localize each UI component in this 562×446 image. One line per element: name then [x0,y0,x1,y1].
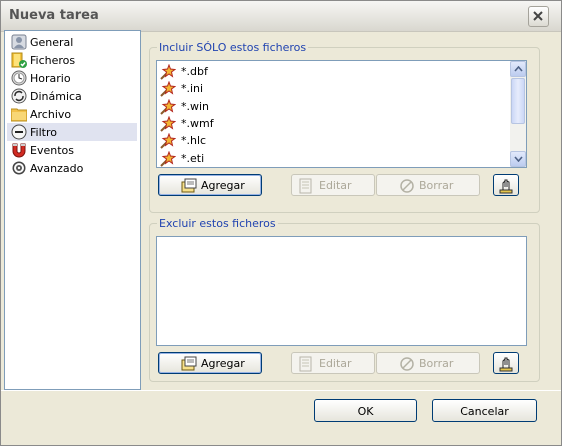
exclude-group-title: Excluir estos ficheros [157,217,278,230]
filter-minus-icon [11,124,27,140]
cancel-button[interactable]: Cancelar [432,399,537,422]
file-pattern: *.eti [181,151,205,165]
list-item[interactable]: *.hlc [160,132,500,150]
exclude-add-button[interactable]: Agregar [158,352,262,374]
file-pattern: *.dbf [181,65,208,78]
list-item[interactable]: *.ini [160,80,500,98]
chevron-down-icon [514,156,523,162]
close-button[interactable] [528,6,549,27]
sidebar-item-dinamica[interactable]: Dinámica [7,87,137,105]
user-icon [11,34,27,50]
include-list-scrollbar[interactable] [510,61,526,167]
main-panel: Incluir SÓLO estos ficheros *.dbf *.ini *.… [141,31,553,389]
sidebar-item-archivo[interactable]: Archivo [7,105,137,123]
scroll-down-button[interactable] [510,151,526,167]
sidebar-item-label: Avanzado [30,162,84,175]
include-files-list[interactable]: *.dbf *.ini *.win *.wmf *.hlc *.eti [156,60,527,168]
sidebar-item-label: Eventos [30,144,74,157]
ok-button[interactable]: OK [314,399,417,422]
sidebar-item-general[interactable]: General [7,33,137,51]
exclude-edit-button[interactable]: Editar [291,352,375,374]
include-add-button[interactable]: Agregar [158,174,262,196]
include-edit-button[interactable]: Editar [291,174,375,196]
sidebar-item-avanzado[interactable]: Avanzado [7,159,137,177]
file-pattern: *.hlc [181,134,207,148]
scroll-up-button[interactable] [510,61,526,77]
refresh-icon [11,88,27,104]
sidebar-item-label: Dinámica [30,90,82,103]
title-bar[interactable]: Nueva tarea [1,1,561,32]
sidebar-item-label: Horario [30,72,71,85]
sidebar-nav: General Ficheros Horario Dinámica Archiv… [4,30,141,390]
edit-icon [299,356,312,372]
exclude-add-label: Agregar [201,357,245,370]
footer-divider [1,390,561,391]
exclude-edit-label: Editar [319,357,352,370]
delete-icon [400,179,414,193]
scroll-thumb[interactable] [511,78,525,124]
sidebar-item-label: General [30,36,74,49]
sidebar-item-label: Ficheros [30,54,76,67]
file-pattern: *.ini [181,82,204,96]
sidebar-item-label: Filtro [30,126,57,139]
file-mask-icon [160,64,176,80]
include-delete-button[interactable]: Borrar [376,174,480,196]
delete-icon [400,357,414,371]
archive-folder-icon [11,108,27,122]
exclude-files-list[interactable] [156,236,527,346]
sidebar-item-horario[interactable]: Horario [7,69,137,87]
sidebar-item-filtro[interactable]: Filtro [7,123,137,141]
include-group-title: Incluir SÓLO estos ficheros [157,41,309,54]
include-select-button[interactable] [493,174,519,196]
window-title: Nueva tarea [9,8,99,23]
exclude-delete-button[interactable]: Borrar [376,352,480,374]
include-files-group: Incluir SÓLO estos ficheros *.dbf *.ini *.… [149,41,540,213]
include-edit-label: Editar [319,179,352,192]
file-mask-icon [160,98,176,115]
sidebar-item-ficheros[interactable]: Ficheros [7,51,137,69]
file-pattern: *.wmf [181,116,214,130]
include-delete-label: Borrar [419,179,454,192]
sidebar-item-eventos[interactable]: Eventos [7,141,137,159]
exclude-delete-label: Borrar [419,357,454,370]
hand-pointer-icon [499,179,513,194]
include-add-label: Agregar [201,179,245,192]
add-file-icon [181,356,197,371]
chevron-up-icon [514,66,523,72]
exclude-select-button[interactable] [493,352,519,374]
list-item[interactable]: *.eti [160,150,500,168]
magnet-icon [12,143,26,158]
file-mask-icon [160,133,176,149]
sidebar-item-label: Archivo [30,108,72,121]
edit-icon [299,178,312,194]
ok-label: OK [357,405,374,418]
list-item[interactable]: *.wmf [160,115,500,133]
clock-icon [11,70,27,86]
list-item[interactable]: *.dbf [160,63,500,81]
folder-check-icon [11,52,27,68]
file-mask-icon [160,115,176,132]
cancel-label: Cancelar [460,405,509,418]
dialog-window: Nueva tarea General Ficheros Horario Din… [0,0,562,446]
file-mask-icon [160,81,176,98]
hand-pointer-icon [499,357,513,372]
gear-icon [12,161,26,175]
list-item[interactable]: *.win [160,98,500,116]
exclude-files-group: Excluir estos ficheros Agregar Editar Bo… [149,217,540,382]
file-mask-icon [160,150,176,167]
add-file-icon [181,178,197,193]
file-pattern: *.win [181,99,210,113]
close-icon [533,11,543,21]
